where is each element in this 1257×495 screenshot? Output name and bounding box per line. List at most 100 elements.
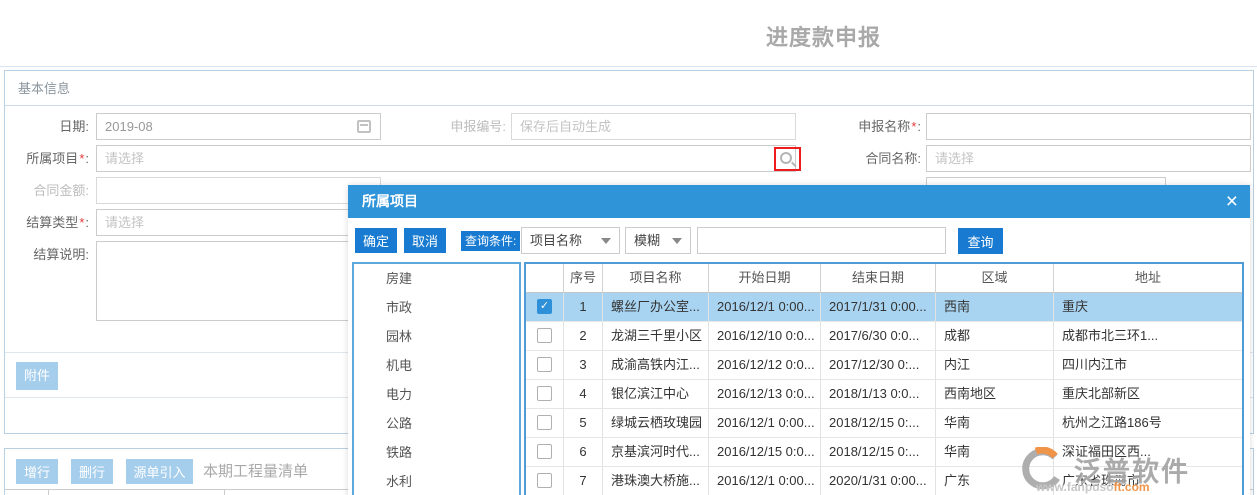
header-checkbox-cell [526, 264, 564, 293]
cell-end-date: 2017/1/31 0:00... [821, 293, 936, 322]
section-title: 基本信息 [18, 81, 70, 96]
chevron-down-icon [601, 238, 611, 244]
add-row-button[interactable]: 增行 [16, 459, 58, 484]
watermark: 泛普软件 www.fanpusoft.com [1016, 447, 1062, 495]
match-mode-select[interactable]: 模糊 [625, 227, 691, 254]
project-input[interactable] [96, 145, 796, 172]
decl-no-label: 申报编号: [385, 113, 506, 140]
cell-project-name: 成渝高铁内江... [603, 351, 709, 380]
cell-start-date: 2016/12/1 0:00... [709, 293, 821, 322]
table-row[interactable]: 3 成渝高铁内江... 2016/12/12 0:0... 2017/12/30… [526, 351, 1242, 380]
contract-name-input[interactable] [926, 145, 1251, 172]
cell-start-date: 2016/12/1 0:00... [709, 467, 821, 495]
category-item[interactable]: 园林 [354, 322, 519, 351]
table-row[interactable]: 2 龙湖三千里小区 2016/12/10 0:0... 2017/6/30 0:… [526, 322, 1242, 351]
cell-project-name: 螺丝厂办公室... [603, 293, 709, 322]
cell-project-name: 京基滨河时代... [603, 438, 709, 467]
row-checkbox[interactable] [537, 328, 552, 343]
page-title: 进度款申报 [766, 20, 881, 52]
table-header-row: 序号 项目名称 开始日期 结束日期 区域 地址 [526, 264, 1242, 293]
cell-end-date: 2017/12/30 0:... [821, 351, 936, 380]
decl-name-input[interactable] [926, 113, 1251, 140]
row-checkbox[interactable] [537, 357, 552, 372]
cell-index: 1 [564, 293, 603, 322]
cell-region: 内江 [936, 351, 1054, 380]
project-picker-modal: 所属项目 × 确定 取消 查询条件: 项目名称 模糊 查询 房建 市政 园林 机… [348, 185, 1250, 495]
date-label: 日期: [5, 113, 89, 140]
header-start-date: 开始日期 [709, 264, 821, 293]
decl-name-label: 申报名称*: [765, 113, 921, 140]
category-item[interactable]: 机电 [354, 351, 519, 380]
row-checkbox[interactable] [537, 415, 552, 430]
decl-no-input [511, 113, 796, 140]
search-input[interactable] [697, 227, 946, 254]
table-row[interactable]: 4 银亿滨江中心 2016/12/13 0:0... 2018/1/13 0:0… [526, 380, 1242, 409]
category-item[interactable]: 水利 [354, 467, 519, 495]
cell-project-name: 绿城云栖玫瑰园 [603, 409, 709, 438]
cell-index: 3 [564, 351, 603, 380]
title-divider [0, 66, 1257, 67]
close-icon[interactable]: × [1226, 185, 1238, 218]
search-button[interactable]: 查询 [958, 228, 1003, 254]
section-header: 基本信息 [5, 71, 1253, 106]
watermark-url: www.fanpusoft.com [1036, 480, 1150, 494]
table-row[interactable]: 5 绿城云栖玫瑰园 2016/12/1 0:00... 2018/12/15 0… [526, 409, 1242, 438]
category-item[interactable]: 房建 [354, 264, 519, 293]
cell-end-date: 2017/6/30 0:0... [821, 322, 936, 351]
cell-index: 4 [564, 380, 603, 409]
chevron-down-icon [672, 238, 682, 244]
project-label: 所属项目*: [5, 145, 89, 172]
row-checkbox[interactable]: ✓ [537, 299, 552, 314]
source-import-button[interactable]: 源单引入 [126, 459, 193, 484]
category-item[interactable]: 铁路 [354, 438, 519, 467]
contract-amount-input [96, 177, 381, 204]
category-item[interactable]: 公路 [354, 409, 519, 438]
screen: 进度款申报 基本信息 日期: 申报编号: 申报名称*: 所属项目*: 合同名称:… [0, 0, 1257, 495]
cell-project-name: 龙湖三千里小区 [603, 322, 709, 351]
category-item[interactable]: 电力 [354, 380, 519, 409]
calendar-icon[interactable] [357, 120, 371, 133]
cell-region: 成都 [936, 322, 1054, 351]
detail-col [5, 490, 49, 495]
date-input[interactable] [96, 113, 381, 140]
cell-end-date: 2020/1/31 0:00... [821, 467, 936, 495]
cell-start-date: 2016/12/13 0:0... [709, 380, 821, 409]
cell-region: 西南地区 [936, 380, 1054, 409]
category-panel: 房建 市政 园林 机电 电力 公路 铁路 水利 煤矿 [352, 262, 521, 495]
row-checkbox[interactable] [537, 386, 552, 401]
cancel-button[interactable]: 取消 [404, 228, 446, 253]
cell-start-date: 2016/12/12 0:0... [709, 351, 821, 380]
cell-index: 6 [564, 438, 603, 467]
cell-start-date: 2016/12/1 0:00... [709, 409, 821, 438]
cell-region: 西南 [936, 293, 1054, 322]
header-project-name: 项目名称 [603, 264, 709, 293]
header-region: 区域 [936, 264, 1054, 293]
contract-amount-label: 合同金额: [5, 177, 89, 204]
modal-title: 所属项目 [362, 193, 418, 209]
cell-end-date: 2018/12/15 0:... [821, 438, 936, 467]
cell-index: 5 [564, 409, 603, 438]
cell-address: 重庆 [1054, 293, 1242, 322]
row-checkbox[interactable] [537, 473, 552, 488]
delete-row-button[interactable]: 删行 [71, 459, 113, 484]
contract-name-label: 合同名称: [765, 145, 921, 172]
table-row[interactable]: ✓ 1 螺丝厂办公室... 2016/12/1 0:00... 2017/1/3… [526, 293, 1242, 322]
category-item[interactable]: 市政 [354, 293, 519, 322]
cell-address: 四川内江市 [1054, 351, 1242, 380]
cell-address: 杭州之江路186号 [1054, 409, 1242, 438]
cell-address: 重庆北部新区 [1054, 380, 1242, 409]
field-select[interactable]: 项目名称 [521, 227, 620, 254]
row-checkbox[interactable] [537, 444, 552, 459]
detail-table-title: 本期工程量清单 [203, 459, 308, 484]
modal-header: 所属项目 × [348, 185, 1250, 218]
detail-col [49, 490, 225, 495]
cell-start-date: 2016/12/15 0:0... [709, 438, 821, 467]
header-address: 地址 [1054, 264, 1242, 293]
cell-end-date: 2018/1/13 0:0... [821, 380, 936, 409]
settle-note-label: 结算说明: [5, 241, 89, 268]
attachment-button[interactable]: 附件 [16, 362, 58, 390]
ok-button[interactable]: 确定 [355, 228, 397, 253]
cell-start-date: 2016/12/10 0:0... [709, 322, 821, 351]
cell-index: 2 [564, 322, 603, 351]
cell-address: 成都市北三环1... [1054, 322, 1242, 351]
